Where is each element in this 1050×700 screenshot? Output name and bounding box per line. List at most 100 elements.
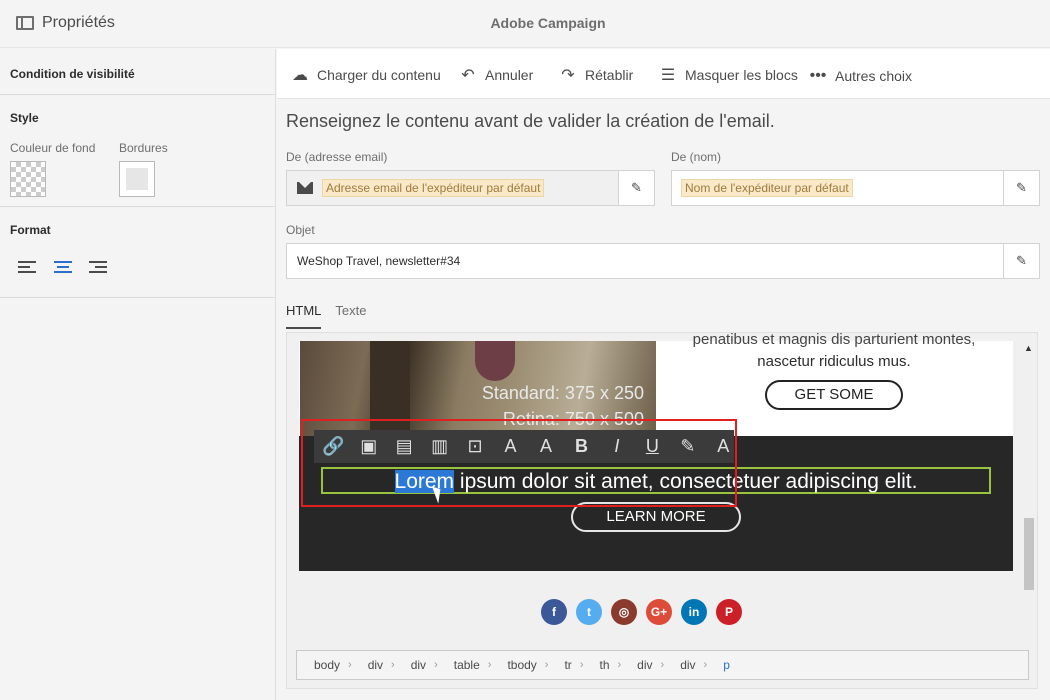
facebook-icon[interactable]: f [541,599,567,625]
undo-label: Annuler [485,67,534,83]
edit-from-name-button[interactable]: ✎ [1003,171,1039,205]
borders-label: Bordures [119,141,168,155]
chevron-right-icon: › [391,659,395,671]
italic-icon[interactable]: I [606,436,627,457]
more-button[interactable]: ••• Autres choix [809,67,912,85]
underline-icon[interactable]: U [642,436,663,457]
get-some-button[interactable]: GET SOME [765,380,903,410]
columns-icon[interactable]: ▥ [429,436,450,457]
chevron-right-icon: › [348,659,352,671]
font-icon[interactable]: A [500,436,521,457]
hide-blocks-button[interactable]: ☰ Masquer les blocs [659,65,798,85]
crumb-div[interactable]: div [368,658,383,672]
right-text: nascetur ridiculus mus. [757,353,911,370]
chevron-right-icon: › [579,659,584,671]
content-toolbar: ☁ Charger du contenu ↶ Annuler ↷ Rétabli… [277,49,1050,99]
visibility-section[interactable]: Condition de visibilité [0,49,275,95]
style-title: Style [10,111,39,125]
from-name-label: De (nom) [671,150,722,164]
chevron-right-icon: › [617,659,622,671]
align-center-icon[interactable] [54,261,72,275]
personalize-icon[interactable]: ⊡ [464,436,485,457]
scroll-thumb[interactable] [1024,518,1034,590]
subject-field[interactable]: WeShop Travel, newsletter#34 ✎ [286,243,1040,279]
crumb-tr[interactable]: tr [564,658,571,672]
bold-icon[interactable]: B [571,436,592,457]
more-icon: ••• [809,67,827,84]
main-area: ☁ Charger du contenu ↶ Annuler ↷ Rétabli… [277,49,1050,700]
chevron-right-icon: › [487,659,492,671]
right-text-block[interactable]: penatibus et magnis dis parturient monte… [669,333,999,373]
crumb-p[interactable]: p [723,658,730,672]
crumb-body[interactable]: body [314,658,340,672]
chevron-right-icon: › [544,659,549,671]
content-tabs: HTML Texte [286,303,366,329]
from-name-chip[interactable]: Nom de l'expéditeur par défaut [681,179,853,197]
style-section: Style Couleur de fond Bordures [0,95,275,207]
cloud-upload-icon: ☁ [292,67,308,84]
image-icon[interactable]: ▣ [358,436,379,457]
chevron-right-icon: › [434,659,438,671]
tab-html[interactable]: HTML [286,303,322,329]
redo-icon: ↷ [561,67,575,84]
image-dims-standard: Standard: 375 x 250 [481,383,644,403]
redo-button[interactable]: ↷ Rétablir [559,65,633,85]
crumb-table[interactable]: table [454,658,480,672]
align-right-icon[interactable] [89,261,107,275]
chevron-right-icon: › [703,659,708,671]
format-title: Format [10,223,51,237]
email-preview[interactable]: Standard: 375 x 250 Retina: 750 x 500 pe… [286,332,1038,689]
more-label: Autres choix [835,68,913,84]
undo-button[interactable]: ↶ Annuler [459,65,533,85]
edit-subject-button[interactable]: ✎ [1003,244,1039,278]
align-left-icon[interactable] [18,261,36,275]
color-picker-icon[interactable]: ✎ [677,436,698,457]
from-email-field[interactable]: Adresse email de l'expéditeur par défaut… [286,170,655,206]
chevron-right-icon: › [660,659,665,671]
instruction-text: Renseignez le contenu avant de valider l… [286,111,775,131]
pinterest-icon[interactable]: P [716,599,742,625]
upload-label: Charger du contenu [317,67,441,83]
preview-scrollbar[interactable]: ▲ [1021,333,1037,643]
crumb-div[interactable]: div [411,658,426,672]
bg-color-swatch[interactable] [10,161,46,197]
breadcrumb: body › div › div › table › tbody › tr › th › di… [296,650,1029,680]
instagram-icon[interactable]: ◎ [611,599,637,625]
redo-label: Rétablir [585,67,634,83]
person-shape [475,341,515,381]
top-bar: Propriétés Adobe Campaign [0,0,1050,48]
edit-from-email-button[interactable]: ✎ [618,171,654,205]
app-title: Adobe Campaign [490,15,606,31]
visibility-title[interactable]: Condition de visibilité [10,67,275,81]
crumb-div[interactable]: div [637,658,652,672]
properties-panel: Condition de visibilité Style Couleur de… [0,49,276,700]
hide-blocks-label: Masquer les blocs [685,67,798,83]
font-size-icon[interactable]: A [535,436,556,457]
linkedin-icon[interactable]: in [681,599,707,625]
right-text-clipped: penatibus et magnis dis parturient monte… [692,332,976,348]
clear-format-icon[interactable]: A [713,436,734,457]
subject-value[interactable]: WeShop Travel, newsletter#34 [297,254,460,268]
bg-color-label: Couleur de fond [10,141,96,155]
scroll-up-icon[interactable]: ▲ [1024,343,1033,353]
rich-text-toolbar: 🔗 ▣ ▤ ▥ ⊡ A A B I U ✎ A [314,430,734,463]
twitter-icon[interactable]: t [576,599,602,625]
envelope-icon [297,182,313,194]
list-icon: ☰ [660,67,676,84]
undo-icon: ↶ [461,67,475,84]
link-icon[interactable]: 🔗 [322,436,344,457]
from-name-field[interactable]: Nom de l'expéditeur par défaut ✎ [671,170,1040,206]
upload-button[interactable]: ☁ Charger du contenu [291,65,441,85]
crumb-tbody[interactable]: tbody [507,658,536,672]
from-email-label: De (adresse email) [286,150,388,164]
format-section: Format [0,207,275,298]
block-icon[interactable]: ▤ [393,436,414,457]
google-plus-icon[interactable]: G+ [646,599,672,625]
crumb-div[interactable]: div [680,658,695,672]
borders-swatch[interactable] [119,161,155,197]
tab-texte[interactable]: Texte [335,303,366,329]
subject-label: Objet [286,223,315,237]
crumb-th[interactable]: th [599,658,609,672]
social-icons: f t ◎ G+ in P [541,599,742,625]
from-email-chip[interactable]: Adresse email de l'expéditeur par défaut [322,179,545,197]
